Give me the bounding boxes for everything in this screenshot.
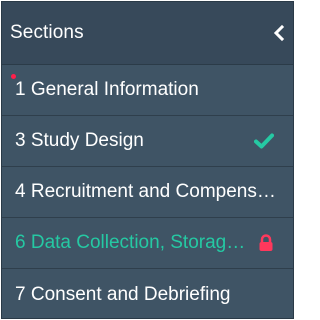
section-item-recruitment-and-compensation[interactable]: 4 Recruitment and Compensation [2,167,293,218]
sections-title: Sections [10,22,84,43]
section-label: 4 Recruitment and Compensation [15,181,283,202]
section-item-consent-and-debriefing[interactable]: 7 Consent and Debriefing [2,269,293,318]
section-item-general-information[interactable]: 1 General Information [2,65,293,116]
collapse-sections-button[interactable] [272,23,286,43]
check-icon [254,133,274,149]
section-label: 6 Data Collection, Storage and Security [15,232,249,253]
required-indicator [11,74,16,79]
lock-icon [258,234,274,252]
section-item-study-design[interactable]: 3 Study Design [2,116,293,167]
sections-panel: Sections 1 General Information 3 Study D… [1,1,294,319]
section-label: 7 Consent and Debriefing [15,283,231,305]
section-item-data-collection[interactable]: 6 Data Collection, Storage and Security [2,218,293,269]
section-label: 3 Study Design [15,130,144,151]
sections-header: Sections [2,2,293,65]
chevron-left-icon [273,24,285,42]
section-label: 1 General Information [15,79,199,100]
